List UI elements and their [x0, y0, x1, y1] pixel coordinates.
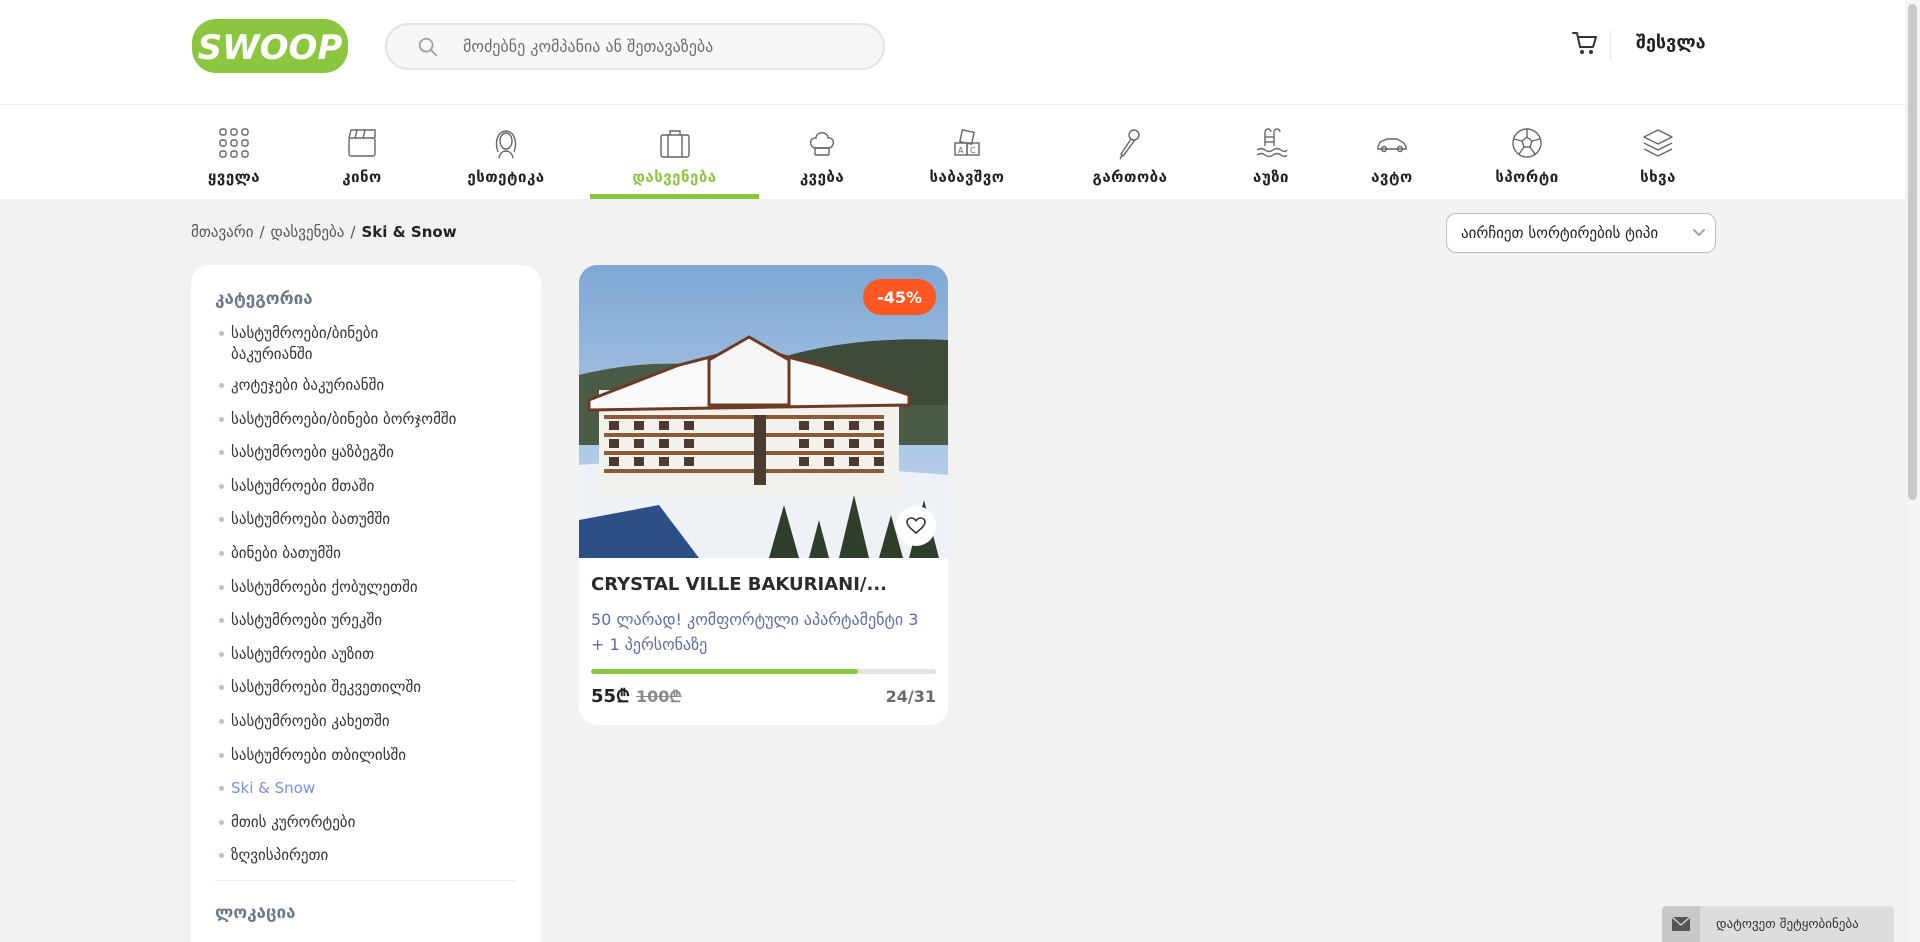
sort-label: აირჩიეთ სორტირების ტიპი: [1461, 224, 1659, 242]
sidebar-divider: [215, 880, 515, 882]
suitcase-icon: [659, 130, 690, 158]
site-header: SWOOP შესვლა: [0, 0, 1920, 105]
sidebar-item-batumi-hotels[interactable]: სასტუმროები ბათუმში: [215, 509, 515, 530]
location-filter-title: ლოკაცია: [215, 903, 296, 924]
offer-image[interactable]: -45%: [579, 265, 948, 558]
grid-icon: [219, 128, 249, 158]
sidebar-item-ski-snow[interactable]: Ski & Snow: [215, 778, 515, 799]
svg-text:A: A: [958, 146, 964, 155]
soccer-ball-icon: [1512, 128, 1542, 158]
category-label: ესთეტიკა: [467, 168, 545, 186]
clapperboard-icon: [348, 129, 376, 157]
breadcrumb-current: Ski & Snow: [361, 223, 457, 241]
category-label: საბავშვო: [929, 168, 1005, 186]
scrollbar-thumb[interactable]: [1908, 4, 1917, 500]
swoop-logo[interactable]: SWOOP: [192, 19, 348, 73]
envelope-icon: [1662, 906, 1700, 942]
category-label: კინო: [342, 168, 382, 186]
sidebar-item-seaside[interactable]: ზღვისპირეთი: [215, 845, 515, 866]
leave-message-widget[interactable]: დატოვეთ შეტყობინება: [1662, 906, 1894, 942]
sold-count: 24/31: [885, 687, 936, 706]
car-icon: [1377, 138, 1407, 153]
beauty-face-icon: [495, 130, 517, 159]
sidebar-item-kakheti-hotels[interactable]: სასტუმროები კახეთში: [215, 711, 515, 732]
header-divider: [1610, 30, 1611, 60]
offer-price: 55₾: [591, 686, 630, 707]
category-label: გართობა: [1092, 168, 1168, 186]
sidebar-item-mountain-hotels[interactable]: სასტუმროები მთაში: [215, 476, 515, 497]
cart-icon[interactable]: [1571, 30, 1599, 56]
sidebar-item-kobuleti-hotels[interactable]: სასტუმროები ქობულეთში: [215, 577, 515, 598]
sold-progress-bar: [591, 669, 936, 674]
chef-hat-icon: [809, 132, 835, 156]
search-icon[interactable]: [417, 36, 439, 58]
category-entertainment[interactable]: გართობა: [1080, 105, 1180, 199]
sort-dropdown[interactable]: აირჩიეთ სორტირების ტიპი: [1446, 213, 1716, 253]
category-nav: ყველა კინო ესთეტიკა დასვენება კვება AC ს…: [0, 105, 1920, 199]
heart-icon: [906, 517, 926, 535]
breadcrumb: მთავარი / დასვენება / Ski & Snow: [191, 223, 457, 241]
category-kids[interactable]: AC საბავშვო: [917, 105, 1017, 199]
sidebar-item-borjomi-hotels[interactable]: სასტუმროები/ბინები ბორჯომში: [215, 409, 515, 430]
category-other[interactable]: სხვა: [1628, 105, 1688, 199]
layers-icon: [1643, 129, 1673, 157]
svg-text:SWOOP: SWOOP: [198, 28, 343, 68]
favorite-button[interactable]: [896, 506, 936, 546]
sidebar-item-pool-hotels[interactable]: სასტუმროები აუზით: [215, 644, 515, 665]
chevron-down-icon: [1693, 229, 1705, 237]
category-cinema[interactable]: კინო: [322, 105, 402, 199]
category-all[interactable]: ყველა: [194, 105, 274, 199]
breadcrumb-home[interactable]: მთავარი: [191, 223, 253, 241]
sidebar-item-kazbegi-hotels[interactable]: სასტუმროები ყაზბეგში: [215, 442, 515, 463]
sidebar-item-batumi-apartments[interactable]: ბინები ბათუმში: [215, 543, 515, 564]
breadcrumb-separator: /: [350, 223, 356, 241]
offer-card[interactable]: -45% CRYSTAL VILLE BAKURIANI/... 50 ლარა…: [579, 265, 948, 725]
toy-blocks-icon: AC: [954, 129, 980, 156]
category-filter-list: სასტუმროები/ბინები ბაკურიანში კოტეჯები ბ…: [215, 323, 515, 866]
category-label: დასვენება: [632, 168, 717, 186]
category-label: კვება: [799, 168, 845, 186]
sidebar-item-shekvetili-hotels[interactable]: სასტუმროები შეკვეთილში: [215, 677, 515, 698]
category-pool[interactable]: აუზი: [1241, 105, 1301, 199]
category-filter-title: კატეგორია: [215, 289, 313, 309]
search-input[interactable]: [463, 37, 843, 56]
pool-icon: [1256, 128, 1288, 158]
category-label: აუზი: [1253, 168, 1289, 186]
sidebar-item-bakuriani-hotels[interactable]: სასტუმროები/ბინები ბაკურიანში: [215, 323, 445, 365]
offer-footer: 55₾ 100₾ 24/31: [591, 684, 936, 708]
category-sport[interactable]: სპორტი: [1487, 105, 1567, 199]
category-vacation[interactable]: დასვენება: [590, 105, 759, 199]
sidebar-item-bakuriani-cottages[interactable]: კოტეჯები ბაკურიანში: [215, 375, 515, 396]
svg-text:C: C: [970, 146, 976, 155]
category-food[interactable]: კვება: [782, 105, 862, 199]
category-label: სხვა: [1640, 168, 1676, 186]
category-label: ყველა: [207, 168, 261, 186]
breadcrumb-separator: /: [259, 223, 265, 241]
sold-progress-fill: [591, 669, 859, 674]
microphone-icon: [1119, 129, 1140, 160]
sidebar-item-tbilisi-hotels[interactable]: სასტუმროები თბილისში: [215, 745, 515, 766]
leave-message-label: დატოვეთ შეტყობინება: [1716, 916, 1859, 932]
category-label: ავტო: [1371, 168, 1413, 186]
discount-badge: -45%: [863, 279, 936, 315]
sidebar-item-mountain-resorts[interactable]: მთის კურორტები: [215, 812, 515, 833]
category-auto[interactable]: ავტო: [1357, 105, 1427, 199]
category-label: სპორტი: [1495, 168, 1559, 186]
offer-title[interactable]: CRYSTAL VILLE BAKURIANI/...: [591, 574, 936, 595]
offer-body: CRYSTAL VILLE BAKURIANI/... 50 ლარად! კო…: [579, 558, 948, 708]
breadcrumb-section[interactable]: დასვენება: [271, 223, 345, 241]
filter-sidebar: კატეგორია სასტუმროები/ბინები ბაკურიანში …: [191, 265, 541, 942]
login-link[interactable]: შესვლა: [1636, 32, 1706, 53]
offer-old-price: 100₾: [635, 687, 682, 706]
search-bar[interactable]: [385, 23, 885, 70]
offer-description: 50 ლარად! კომფორტული აპარტამენტი 3 + 1 პ…: [591, 610, 919, 654]
category-aesthetics[interactable]: ესთეტიკა: [450, 105, 562, 199]
sidebar-item-ureki-hotels[interactable]: სასტუმროები ურეკში: [215, 610, 515, 631]
